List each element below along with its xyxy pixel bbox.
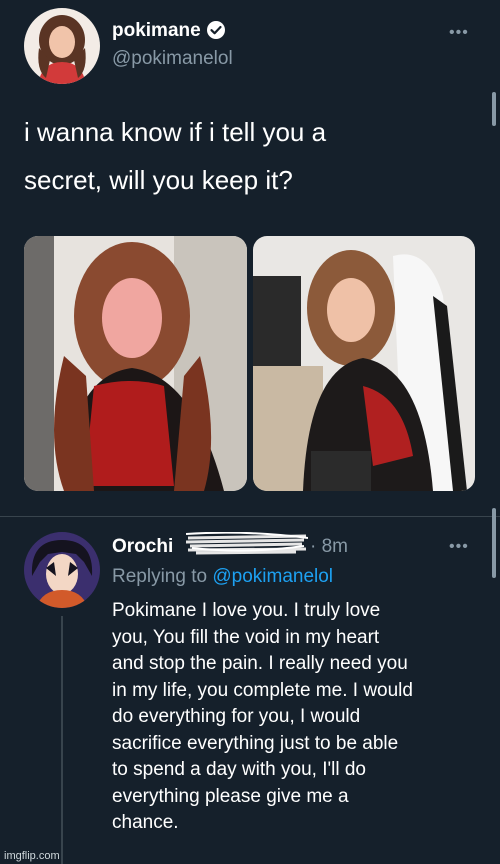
reply-text-line: Pokimane I love you. I truly love — [112, 600, 381, 621]
reply-avatar[interactable] — [24, 532, 100, 608]
watermark: imgflip.com — [4, 850, 60, 862]
reply-text-line: do everything for you, I would — [112, 706, 361, 727]
tweet-text: i wanna know if i tell you a secret, wil… — [24, 108, 484, 204]
more-options-icon[interactable]: ••• — [449, 24, 469, 42]
tweet-photo[interactable] — [24, 236, 247, 491]
reply-text: Pokimane I love you. I truly love you, Y… — [112, 598, 492, 837]
tweet-photo[interactable] — [253, 236, 475, 491]
replying-to-prefix: Replying to — [112, 566, 213, 587]
verified-badge-icon — [207, 21, 225, 39]
reply-text-line: you, You fill the void in my heart — [112, 626, 380, 648]
reply-text-line: and stop the pain. I really need you — [112, 653, 408, 674]
thread-line — [61, 616, 63, 864]
author-name[interactable]: pokimane — [112, 20, 201, 42]
replying-to-handle[interactable]: @pokimanelol — [212, 566, 333, 587]
reply-timestamp[interactable]: · 8m — [310, 536, 348, 558]
reply-author-name[interactable]: Orochi — [112, 536, 173, 558]
reply-text-line: to spend a day with you, I'll do — [112, 759, 366, 780]
reply-text-line: sacrifice everything just to be able — [112, 732, 399, 754]
author-avatar[interactable] — [24, 8, 100, 84]
redaction-scribble — [186, 532, 308, 555]
tweet-text-line: i wanna know if i tell you a — [24, 117, 327, 147]
more-options-icon[interactable]: ••• — [449, 538, 469, 556]
replying-to: Replying to @pokimanelol — [112, 566, 333, 588]
scrollbar-thumb[interactable] — [492, 508, 496, 578]
scrollbar-thumb[interactable] — [492, 92, 496, 126]
reply-text-line: chance. — [112, 812, 179, 833]
reply-text-line: everything please give me a — [112, 785, 349, 807]
tweet-text-line: secret, will you keep it? — [24, 165, 293, 195]
tweet-divider — [0, 516, 500, 517]
author-handle[interactable]: @pokimanelol — [112, 48, 233, 70]
reply-text-line: in my life, you complete me. I would — [112, 679, 413, 701]
